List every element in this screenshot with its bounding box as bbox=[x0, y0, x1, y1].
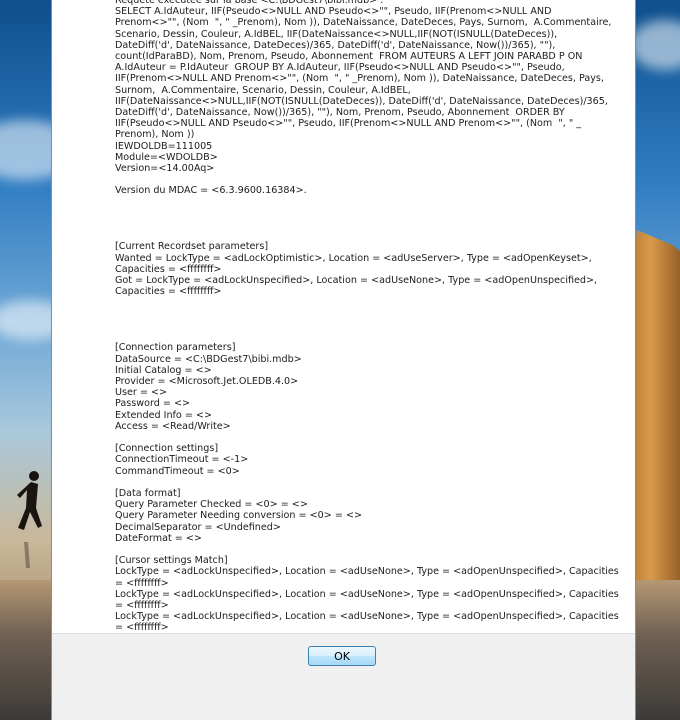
message-line: [Connection settings] bbox=[115, 443, 219, 455]
message-line: CommandTimeout = <0> bbox=[115, 465, 240, 477]
message-line: Query Parameter Needing conversion = <0>… bbox=[115, 510, 363, 522]
message-line bbox=[115, 432, 630, 443]
message-line: [Cursor settings Match] bbox=[115, 555, 228, 567]
message-line bbox=[115, 208, 630, 219]
message-line: Surnom, A.Commentaire, Scenario, Dessin,… bbox=[115, 84, 411, 96]
message-line: IIF(DateNaissance<>NULL,IIF(NOT(ISNULL(D… bbox=[115, 95, 608, 107]
message-line: Extended Info = <> bbox=[115, 409, 212, 421]
message-line: ConnectionTimeout = <-1> bbox=[115, 454, 249, 466]
message-line: Provider = <Microsoft.Jet.OLEDB.4.0> bbox=[115, 375, 299, 387]
message-line bbox=[115, 174, 630, 185]
message-line: Module=<WDOLDB> bbox=[115, 151, 218, 163]
message-line: Scenario, Dessin, Couleur, A.IdBEL, IIF(… bbox=[115, 28, 558, 40]
dialog-window: Requête exécutée sur la base <C:\BDGest7… bbox=[51, 0, 636, 720]
message-line: DataSource = <C:\BDGest7\bibi.mdb> bbox=[115, 353, 302, 365]
message-line bbox=[115, 197, 630, 208]
message-line: DateFormat = <> bbox=[115, 532, 202, 544]
message-line: Capacities = <ffffffff> bbox=[115, 263, 222, 275]
message-line: LockType = <adLockUnspecified>, Location… bbox=[115, 611, 619, 623]
message-text: Requête exécutée sur la base <C:\BDGest7… bbox=[115, 0, 630, 633]
message-line: LockType = <adLockUnspecified>, Location… bbox=[115, 588, 619, 600]
message-line: IIF(Pseudo<>NULL AND Pseudo<>"", Pseudo,… bbox=[115, 118, 582, 130]
ok-button[interactable]: OK bbox=[308, 646, 376, 666]
message-line: Wanted = LockType = <adLockOptimistic>, … bbox=[115, 252, 592, 264]
message-line: Access = <Read/Write> bbox=[115, 420, 231, 432]
message-line: [Connection parameters] bbox=[115, 342, 236, 354]
message-line: Version=<14.00Aq> bbox=[115, 163, 215, 175]
message-line: IIF(Prenom<>NULL AND Prenom<>"", (Nom ",… bbox=[115, 73, 604, 85]
message-line bbox=[115, 477, 630, 488]
message-line: SELECT A.IdAuteur, IIF(Pseudo<>NULL AND … bbox=[115, 6, 552, 18]
message-line bbox=[115, 219, 630, 230]
message-line: Initial Catalog = <> bbox=[115, 364, 212, 376]
message-line: [Current Recordset parameters] bbox=[115, 241, 269, 253]
message-line: count(IdParaBD), Nom, Prenom, Pseudo, Ab… bbox=[115, 51, 583, 63]
message-line: [Data format] bbox=[115, 487, 181, 499]
message-line: LockType = <adLockUnspecified>, Location… bbox=[115, 566, 619, 578]
message-line: DecimalSeparator = <Undefined> bbox=[115, 521, 281, 533]
message-line: = <ffffffff> bbox=[115, 577, 169, 589]
button-area-separator bbox=[52, 633, 635, 634]
message-line bbox=[115, 309, 630, 320]
message-line: Query Parameter Checked = <0> = <> bbox=[115, 499, 308, 511]
message-line: Version du MDAC = <6.3.9600.16384>. bbox=[115, 185, 307, 197]
message-line: DateDiff('d', DateNaissance, Now())/365)… bbox=[115, 107, 565, 119]
message-line: = <ffffffff> bbox=[115, 599, 169, 611]
message-line: IEWDOLDB=111005 bbox=[115, 140, 213, 152]
runner-silhouette-icon bbox=[17, 471, 42, 568]
message-line: User = <> bbox=[115, 387, 168, 399]
message-line: Password = <> bbox=[115, 398, 191, 410]
message-line: A.IdAuteur = P.IdAuteur GROUP BY A.IdAut… bbox=[115, 62, 565, 74]
message-line: Prenom<>"", (Nom ", " _Prenom), Nom )), … bbox=[115, 17, 612, 29]
message-line bbox=[115, 544, 630, 555]
message-line bbox=[115, 331, 630, 342]
message-line bbox=[115, 320, 630, 331]
message-line: DateDiff('d', DateNaissance, DateDeces)/… bbox=[115, 39, 556, 51]
message-line: Got = LockType = <adLockUnspecified>, Lo… bbox=[115, 275, 598, 287]
message-line bbox=[115, 297, 630, 308]
message-line: = <ffffffff> bbox=[115, 622, 169, 633]
message-line bbox=[115, 230, 630, 241]
message-line: Prenom), Nom )) bbox=[115, 129, 195, 141]
message-line: Capacities = <ffffffff> bbox=[115, 286, 222, 298]
message-text-area[interactable]: Requête exécutée sur la base <C:\BDGest7… bbox=[52, 0, 635, 633]
